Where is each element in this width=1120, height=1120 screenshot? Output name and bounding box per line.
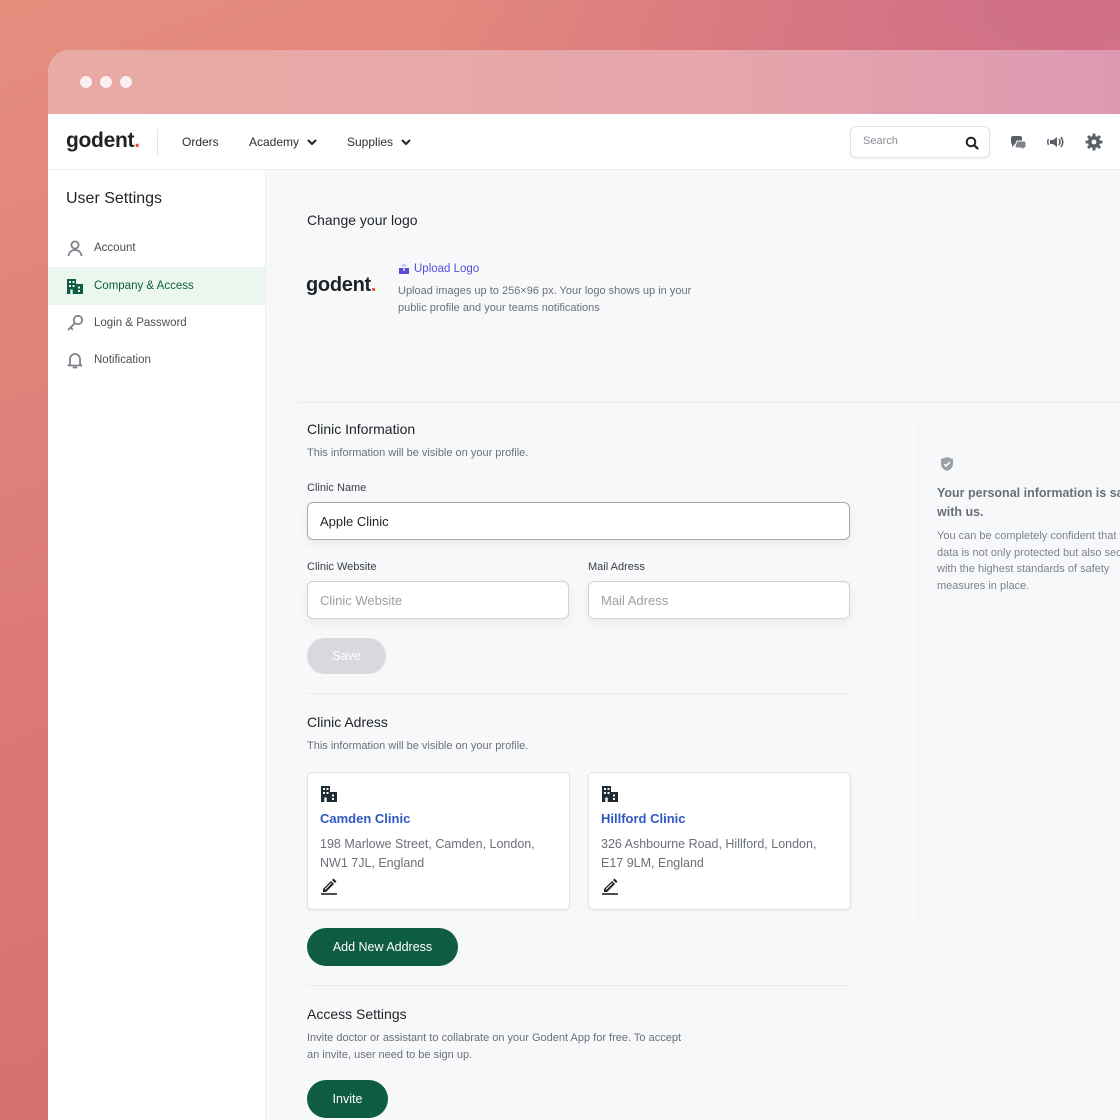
access-settings-title: Access Settings [307,1006,407,1022]
upload-hint: Upload images up to 256×96 px. Your logo… [398,285,692,314]
address-card-camden[interactable]: Camden Clinic 198 Marlowe Street, Camden… [307,772,570,910]
nav-divider [157,129,158,155]
clinic-address-subtitle: This information will be visible on your… [307,740,529,752]
search-box [850,126,990,158]
access-settings-subtitle: Invite doctor or assistant to collabrate… [307,1032,682,1061]
sidebar-item-company-access[interactable]: Company & Access [48,267,265,305]
nav-link-label: Orders [182,135,219,149]
sidebar-item-login-password[interactable]: Login & Password [48,304,265,342]
key-icon [67,314,84,331]
save-button[interactable]: Save [307,638,386,674]
top-navbar: godent. Orders Academy Supplies [48,114,1120,170]
building-icon [67,279,83,294]
gear-icon[interactable] [1084,132,1104,152]
edit-icon[interactable] [320,877,338,895]
upload-logo-link[interactable]: Upload Logo [398,263,479,275]
chat-icon[interactable] [1008,132,1028,152]
address-card-name[interactable]: Hillford Clinic [601,811,686,826]
clinic-website-input[interactable] [308,582,568,618]
address-card-address: 198 Marlowe Street, Camden, London, NW1 … [320,837,535,870]
app-window: godent. Orders Academy Supplies User Set… [48,50,1120,1120]
invite-button[interactable]: Invite [307,1080,388,1118]
add-new-address-button[interactable]: Add New Address [307,928,458,966]
search-icon[interactable] [965,136,979,150]
privacy-info-title: Your personal information is safe with u… [937,486,1120,519]
nav-link-supplies[interactable]: Supplies [347,135,411,149]
edit-icon[interactable] [601,877,619,895]
upload-logo-label: Upload Logo [414,263,480,275]
logo-section-title: Change your logo [307,212,418,228]
privacy-info-panel: Your personal information is safe with u… [918,422,1120,918]
clinic-name-label: Clinic Name [307,482,367,494]
nav-link-label: Supplies [347,135,394,149]
current-logo-preview: godent. [306,274,376,297]
nav-link-label: Academy [249,135,300,149]
chevron-down-icon [401,139,411,146]
nav-link-orders[interactable]: Orders [182,135,219,149]
brand-name: godent [66,129,135,152]
building-icon [602,786,618,802]
bell-icon [67,353,83,369]
brand-logo[interactable]: godent. [66,129,140,153]
window-minimize-dot[interactable] [100,76,112,88]
search-input[interactable] [863,135,963,147]
mail-address-label: Mail Adress [588,561,645,573]
window-titlebar [48,50,1120,114]
building-icon [321,786,337,802]
privacy-info-body: You can be completely confident that you… [937,530,1120,592]
settings-sidebar: User Settings Account Company & Access L… [48,170,266,1120]
sidebar-item-label: Notification [94,354,151,366]
sidebar-item-label: Account [94,242,136,254]
section-divider [307,693,850,694]
address-card-name[interactable]: Camden Clinic [320,811,410,826]
shield-icon [941,457,953,471]
mail-address-input[interactable] [589,582,849,618]
sidebar-item-label: Company & Access [94,280,194,292]
mail-address-field [588,581,850,619]
clinic-name-field [307,502,850,540]
sidebar-item-account[interactable]: Account [48,229,265,267]
nav-link-academy[interactable]: Academy [249,135,317,149]
window-close-dot[interactable] [80,76,92,88]
section-divider [298,402,1120,403]
address-card-address: 326 Ashbourne Road, Hillford, London, E1… [601,837,817,870]
clinic-info-subtitle: This information will be visible on your… [307,447,529,459]
sidebar-title: User Settings [66,190,163,207]
brand-name: godent [306,274,371,296]
clinic-website-label: Clinic Website [307,561,377,573]
settings-main: Change your logo godent. Upload Logo Upl… [266,170,1120,1120]
upload-icon [399,263,409,274]
clinic-info-title: Clinic Information [307,421,416,437]
clinic-website-field [307,581,569,619]
address-card-hillford[interactable]: Hillford Clinic 326 Ashbourne Road, Hill… [588,772,851,910]
sidebar-item-notification[interactable]: Notification [48,341,265,379]
sidebar-item-label: Login & Password [94,317,187,329]
brand-dot: . [370,274,377,296]
user-icon [67,240,83,257]
section-divider [307,985,850,986]
clinic-address-title: Clinic Adress [307,714,388,730]
window-maximize-dot[interactable] [120,76,132,88]
speaker-icon[interactable] [1046,132,1066,152]
brand-dot: . [134,129,140,152]
clinic-name-input[interactable] [308,503,849,539]
chevron-down-icon [307,139,317,146]
